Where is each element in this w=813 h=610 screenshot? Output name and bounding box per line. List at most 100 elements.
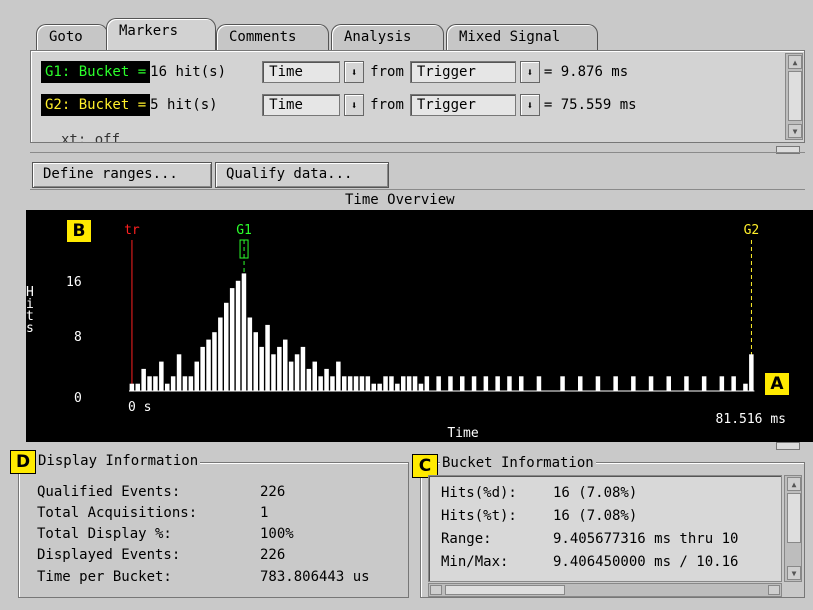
histogram-bar	[318, 376, 323, 391]
bucket-info-label: Min/Max:	[441, 554, 509, 570]
y-tick-label: 8	[74, 330, 82, 345]
y-axis-label-char: s	[26, 321, 34, 336]
histogram-bar	[536, 376, 542, 391]
y-tick-label: 16	[66, 275, 82, 290]
bucket-info-value: 9.406450000 ms / 10.16	[553, 554, 739, 570]
histogram-bar	[560, 376, 565, 391]
arrow-down-icon: ⬇	[350, 98, 358, 112]
tab-comments[interactable]: Comments	[216, 24, 329, 50]
scrollbar-thumb[interactable]	[445, 585, 565, 595]
g2-reference-dropdown-button[interactable]: ⬇	[519, 94, 540, 116]
define-ranges-button[interactable]: Define ranges...	[32, 162, 212, 188]
g2-mode-dropdown-button[interactable]: ⬇	[344, 94, 365, 116]
histogram-bar	[460, 376, 465, 391]
scroll-left-icon[interactable]	[430, 585, 442, 595]
g1-reference-select[interactable]: Trigger	[409, 61, 516, 83]
bucket-horizontal-scrollbar[interactable]	[428, 583, 782, 597]
x-end-label: 81.516 ms	[716, 412, 786, 427]
callout-a: A	[764, 372, 790, 396]
histogram-bar	[684, 376, 689, 391]
histogram-bar	[578, 376, 583, 391]
g1-reference-value: Trigger	[416, 64, 476, 80]
histogram-bar	[288, 361, 294, 391]
scroll-right-icon[interactable]	[768, 585, 780, 595]
histogram-bar	[507, 376, 512, 391]
bucket-info-value: 16 (7.08%)	[553, 508, 638, 524]
divider	[30, 189, 805, 190]
histogram-bar	[448, 376, 453, 391]
g2-time-value: = 75.559 ms	[543, 97, 637, 113]
tab-goto[interactable]: Goto	[36, 24, 108, 50]
display-info-label: Total Display %:	[37, 526, 172, 542]
histogram-bar	[312, 361, 317, 391]
g1-time-value: = 9.876 ms	[543, 64, 629, 80]
divider	[30, 152, 805, 153]
scroll-up-icon[interactable]: ▲	[788, 55, 802, 69]
time-overview-chart[interactable]: tr G1 G2 16 8 0 0 s 81.516 ms Time Hits B …	[26, 210, 813, 442]
histogram-bar	[294, 354, 300, 392]
histogram-bar	[519, 376, 524, 391]
histogram-bar	[701, 376, 707, 391]
histogram-bar	[206, 339, 211, 391]
histogram-bar	[347, 376, 353, 391]
x-start-label: 0 s	[128, 400, 151, 415]
bucket-info-value: 16 (7.08%)	[553, 485, 638, 501]
histogram-bar	[188, 376, 194, 391]
histogram-bar	[218, 317, 223, 391]
button-label: Qualify data...	[226, 166, 353, 182]
histogram-bar	[224, 302, 229, 391]
histogram-bar	[377, 383, 382, 391]
scrollbar-thumb[interactable]	[787, 493, 801, 543]
histogram-bar	[135, 383, 140, 391]
marker-row-g2: G2: Bucket = 5 hit(s) Time ⬇ from Trigge…	[41, 92, 637, 118]
arrow-down-icon: ⬇	[350, 65, 358, 79]
display-info-value: 100%	[260, 526, 294, 542]
histogram-svg: tr G1 G2 16 8 0 0 s 81.516 ms Time Hits	[26, 223, 786, 441]
histogram-bar	[235, 280, 241, 392]
g1-mode-dropdown-button[interactable]: ⬇	[344, 61, 365, 83]
g2-reference-select[interactable]: Trigger	[409, 94, 516, 116]
tab-label: Analysis	[344, 29, 412, 45]
qualify-data-button[interactable]: Qualify data...	[215, 162, 389, 188]
bucket-vertical-scrollbar[interactable]: ▲ ▼	[784, 475, 802, 582]
bucket-info-label: Range:	[441, 531, 492, 547]
histogram-bar	[141, 368, 146, 391]
tab-label: Mixed Signal	[459, 29, 561, 45]
histogram-bar	[353, 376, 359, 391]
tab-label: Markers	[119, 23, 179, 39]
chart-title: Time Overview	[345, 192, 455, 208]
histogram-bar	[342, 376, 347, 391]
histogram-bar	[471, 376, 477, 391]
scrollbar-thumb[interactable]	[788, 71, 802, 121]
tab-analysis[interactable]: Analysis	[331, 24, 444, 50]
histogram-bar	[749, 354, 754, 392]
display-info-label: Total Acquisitions:	[37, 505, 198, 521]
bucket-information-text-area[interactable]: Hits(%d): 16 (7.08%) Hits(%t): 16 (7.08%…	[428, 475, 782, 582]
g1-mode-select[interactable]: Time	[262, 61, 341, 83]
tab-mixed-signal[interactable]: Mixed Signal	[446, 24, 598, 50]
tab-markers[interactable]: Markers	[106, 18, 216, 50]
scroll-up-icon[interactable]: ▲	[787, 477, 801, 491]
marker-label-g1: G1	[236, 223, 252, 238]
histogram-bar	[336, 361, 341, 391]
display-info-label: Time per Bucket:	[37, 569, 172, 585]
histogram-bar	[613, 376, 618, 391]
g2-from-label: from	[370, 97, 404, 113]
histogram-bar	[300, 346, 306, 391]
markers-vertical-scrollbar[interactable]: ▲ ▼	[785, 53, 803, 140]
histogram-bar	[383, 376, 388, 391]
histogram-bar	[170, 376, 176, 391]
g1-reference-dropdown-button[interactable]: ⬇	[519, 61, 540, 83]
g2-mode-select[interactable]: Time	[262, 94, 341, 116]
histogram-bar	[395, 383, 400, 391]
g2-marker-label: G2: Bucket =	[41, 94, 151, 116]
bucket-information-title: Bucket Information	[440, 455, 596, 471]
scroll-down-icon[interactable]: ▼	[788, 124, 802, 138]
bucket-info-label: Hits(%t):	[441, 508, 517, 524]
chart-resize-handle[interactable]	[776, 442, 800, 450]
histogram-bar	[648, 376, 654, 391]
scroll-down-icon[interactable]: ▼	[787, 566, 801, 580]
histogram-bar	[666, 376, 671, 391]
marker-label-g2: G2	[744, 223, 760, 238]
g1-mode-value: Time	[269, 64, 303, 80]
